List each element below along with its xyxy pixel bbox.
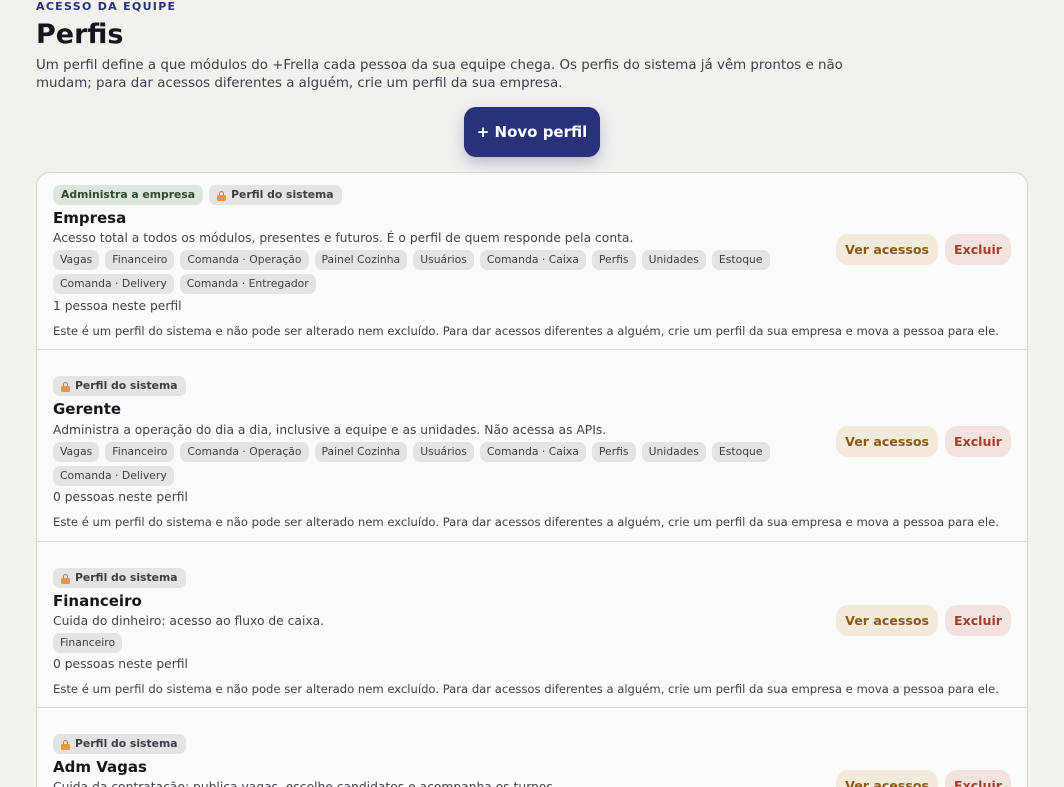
module-tag: Vagas	[53, 250, 100, 270]
module-tag: Painel Cozinha	[314, 250, 408, 270]
lock-icon	[61, 574, 70, 584]
system-badge-label: Perfil do sistema	[231, 188, 334, 201]
lock-icon	[61, 740, 70, 750]
module-tag: Financeiro	[105, 250, 175, 270]
module-tag: Usuários	[413, 250, 474, 270]
profile-card-empresa: Administra a empresa Perfil do sistema E…	[37, 173, 1027, 350]
profile-card-adm-vagas: Perfil do sistema Adm Vagas Cuida da con…	[37, 708, 1027, 787]
system-badge-label: Perfil do sistema	[75, 571, 178, 584]
module-tag: Unidades	[641, 250, 706, 270]
delete-button[interactable]: Excluir	[944, 770, 1011, 787]
view-access-button[interactable]: Ver acessos	[836, 234, 938, 265]
badge-row: Perfil do sistema	[53, 376, 186, 396]
module-tag: Perfis	[591, 442, 636, 462]
page-title: Perfis	[36, 19, 124, 50]
module-list: Vagas Financeiro Comanda · Operação Pain…	[53, 250, 773, 294]
profile-name: Gerente	[53, 400, 122, 418]
people-count: 1 pessoa neste perfil	[53, 299, 182, 313]
profile-description: Cuida da contratação: publica vagas, esc…	[53, 780, 557, 787]
section-eyebrow: ACESSO DA EQUIPE	[36, 0, 177, 13]
module-tag: Usuários	[413, 442, 474, 462]
module-tag: Unidades	[641, 442, 706, 462]
profile-list: Administra a empresa Perfil do sistema E…	[36, 172, 1028, 787]
module-tag: Comanda · Caixa	[479, 250, 586, 270]
module-tag: Comanda · Operação	[180, 250, 309, 270]
system-profile-badge: Perfil do sistema	[53, 568, 186, 588]
card-actions: Ver acessos Excluir	[836, 605, 1011, 636]
profile-name: Empresa	[53, 209, 127, 227]
people-count: 0 pessoas neste perfil	[53, 490, 188, 504]
module-tag: Perfis	[591, 250, 636, 270]
system-profile-badge: Perfil do sistema	[53, 376, 186, 396]
profile-name: Adm Vagas	[53, 758, 147, 776]
module-tag: Comanda · Delivery	[53, 274, 174, 294]
profile-name: Financeiro	[53, 592, 142, 610]
view-access-button[interactable]: Ver acessos	[836, 605, 938, 636]
badge-row: Perfil do sistema	[53, 568, 186, 588]
lock-icon	[61, 382, 70, 392]
module-tag: Comanda · Operação	[180, 442, 309, 462]
module-list: Financeiro	[53, 633, 773, 653]
module-tag: Comanda · Caixa	[479, 442, 586, 462]
profile-description: Acesso total a todos os módulos, present…	[53, 231, 634, 245]
system-badge-label: Perfil do sistema	[75, 379, 178, 392]
profile-description: Cuida do dinheiro: acesso ao fluxo de ca…	[53, 614, 325, 628]
people-count: 0 pessoas neste perfil	[53, 657, 188, 671]
system-badge-label: Perfil do sistema	[75, 737, 178, 750]
page-description: Um perfil define a que módulos do +Frell…	[36, 58, 843, 91]
profile-card-financeiro: Perfil do sistema Financeiro Cuida do di…	[37, 542, 1027, 708]
admin-badge: Administra a empresa	[53, 185, 204, 205]
system-note: Este é um perfil do sistema e não pode s…	[53, 682, 999, 696]
module-tag: Estoque	[711, 442, 770, 462]
module-tag: Estoque	[711, 250, 770, 270]
module-tag: Painel Cozinha	[314, 442, 408, 462]
module-tag: Financeiro	[53, 633, 123, 653]
view-access-button[interactable]: Ver acessos	[836, 426, 938, 457]
module-tag: Vagas	[53, 442, 100, 462]
delete-button[interactable]: Excluir	[944, 426, 1011, 457]
badge-row: Administra a empresa Perfil do sistema	[53, 185, 342, 205]
profile-card-gerente: Perfil do sistema Gerente Administra a o…	[37, 350, 1027, 542]
module-tag: Comanda · Delivery	[53, 466, 174, 486]
system-note: Este é um perfil do sistema e não pode s…	[53, 324, 999, 338]
profiles-page: ACESSO DA EQUIPE Perfis Um perfil define…	[0, 0, 1064, 787]
delete-button[interactable]: Excluir	[944, 605, 1011, 636]
new-profile-button[interactable]: + Novo perfil	[464, 107, 600, 157]
system-profile-badge: Perfil do sistema	[53, 734, 186, 754]
badge-row: Perfil do sistema	[53, 734, 186, 754]
system-profile-badge: Perfil do sistema	[209, 185, 342, 205]
lock-icon	[217, 191, 227, 201]
delete-button[interactable]: Excluir	[944, 234, 1011, 265]
card-actions: Ver acessos Excluir	[836, 234, 1011, 265]
module-list: Vagas Financeiro Comanda · Operação Pain…	[53, 442, 773, 486]
system-note: Este é um perfil do sistema e não pode s…	[53, 515, 999, 529]
module-tag: Financeiro	[105, 442, 175, 462]
view-access-button[interactable]: Ver acessos	[836, 770, 938, 787]
card-actions: Ver acessos Excluir	[836, 770, 1011, 787]
profile-description: Administra a operação do dia a dia, incl…	[53, 423, 607, 437]
module-tag: Comanda · Entregador	[179, 274, 316, 294]
card-actions: Ver acessos Excluir	[836, 426, 1011, 457]
